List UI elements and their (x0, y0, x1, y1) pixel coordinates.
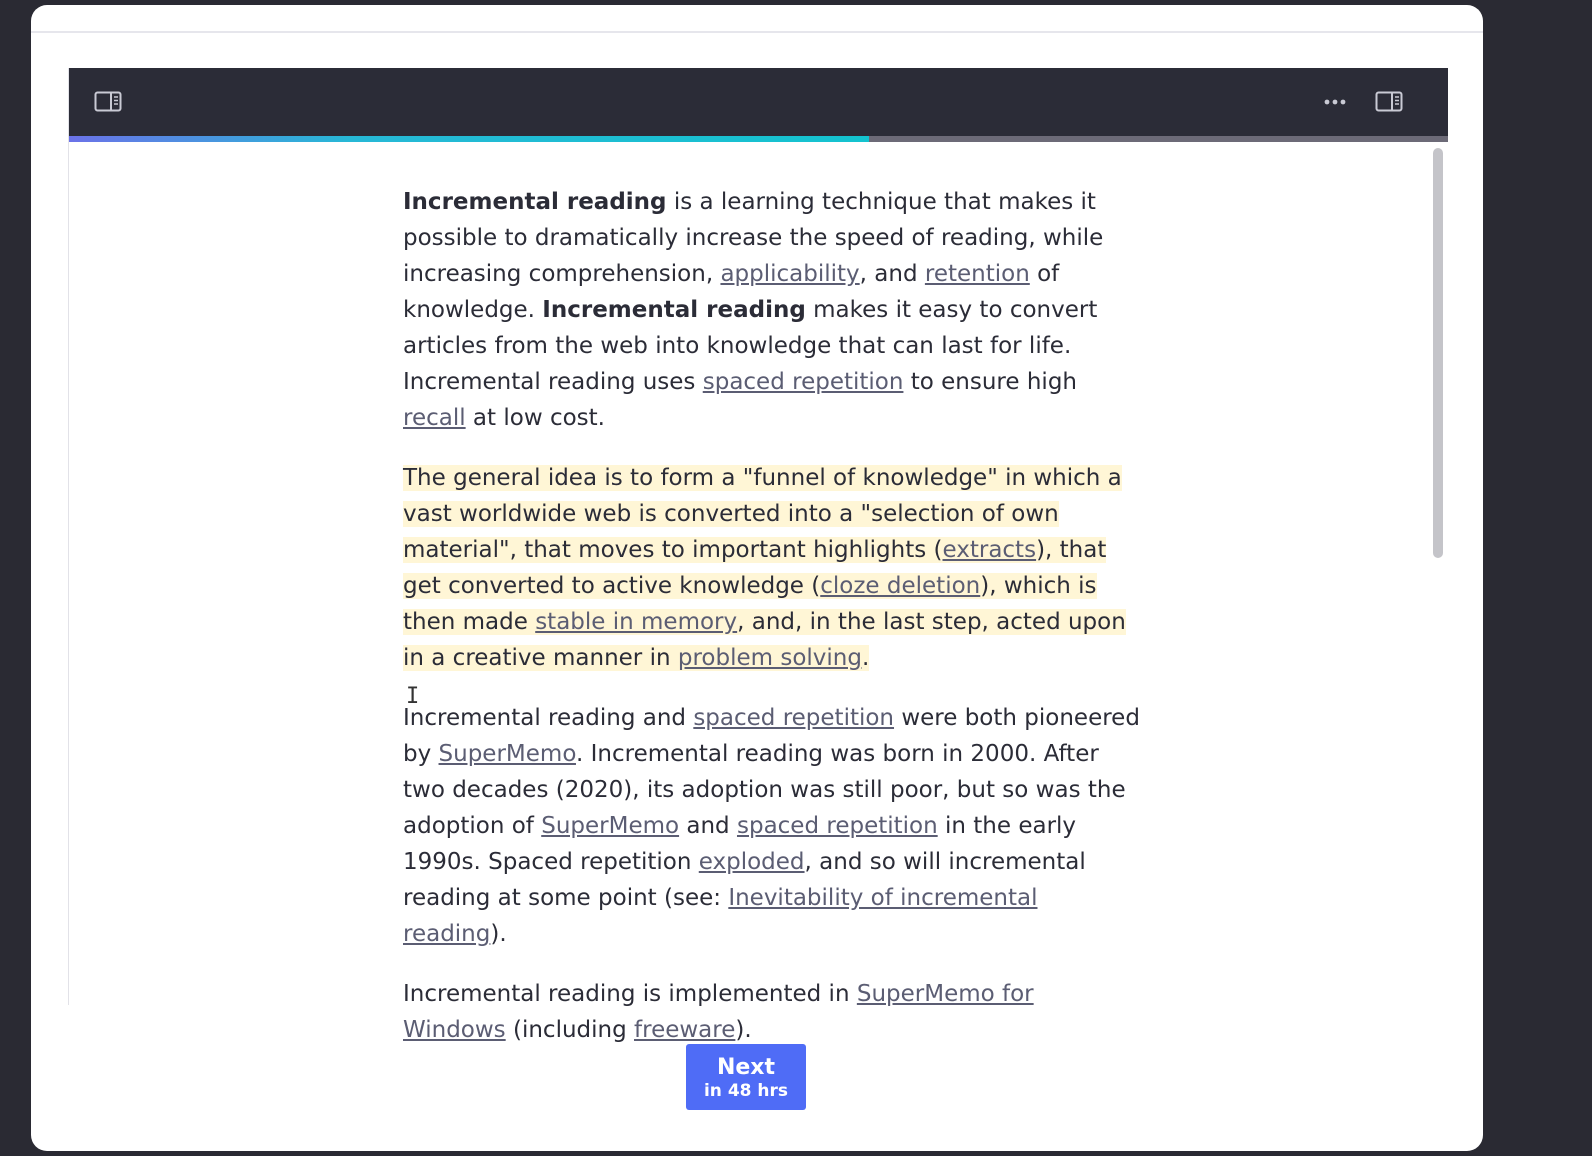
article-text: Incremental reading and (403, 705, 694, 731)
next-button-label: Next (716, 1055, 776, 1080)
highlighted-text[interactable]: The general idea is to form a "funnel of… (403, 465, 1126, 671)
article-link[interactable]: cloze deletion (820, 573, 980, 599)
review-card: Incremental reading is a learning techni… (31, 5, 1483, 1151)
article-text: Incremental reading is implemented in (403, 981, 857, 1007)
article-link[interactable]: problem solving (678, 645, 862, 671)
article-content: Incremental reading is a learning techni… (403, 184, 1143, 1072)
scrollbar[interactable] (1428, 142, 1448, 1005)
article-link[interactable]: recall (403, 405, 466, 431)
article-paragraph: Incremental reading and spaced repetitio… (403, 700, 1143, 952)
bold-term: Incremental reading (542, 297, 806, 323)
article-link[interactable]: freeware (634, 1017, 735, 1043)
article-text: at low cost. (465, 405, 605, 431)
article-link[interactable]: retention (925, 261, 1030, 287)
article-text: ). (735, 1017, 752, 1043)
article-text: (including (505, 1017, 635, 1043)
article-link[interactable]: spaced repetition (737, 813, 938, 839)
article-link[interactable]: SuperMemo (541, 813, 679, 839)
article-text: , and (859, 261, 925, 287)
next-button[interactable]: Next in 48 hrs (686, 1044, 806, 1110)
article-text: and (679, 813, 737, 839)
article-text: ). (490, 921, 507, 947)
sidebar-left-icon[interactable] (94, 90, 122, 114)
more-horizontal-icon[interactable] (1321, 90, 1349, 114)
article-link[interactable]: exploded (699, 849, 805, 875)
article-link[interactable]: stable in memory (535, 609, 737, 635)
article-link[interactable]: extracts (942, 537, 1036, 563)
article-link[interactable]: applicability (720, 261, 859, 287)
article-link[interactable]: spaced repetition (693, 705, 894, 731)
scrollbar-thumb[interactable] (1433, 148, 1443, 558)
bold-term: Incremental reading (403, 189, 667, 215)
article-text: to ensure high (903, 369, 1077, 395)
sidebar-right-icon[interactable] (1375, 90, 1403, 114)
article-link[interactable]: spaced repetition (703, 369, 904, 395)
article-paragraph: Incremental reading is a learning techni… (403, 184, 1143, 436)
article-paragraph: Incremental reading is implemented in Su… (403, 976, 1143, 1048)
reading-progress-bar (69, 136, 1448, 142)
article-paragraph: The general idea is to form a "funnel of… (403, 460, 1143, 676)
next-button-sublabel: in 48 hrs (703, 1081, 789, 1101)
card-divider (31, 31, 1483, 33)
reader-pane: Incremental reading is a learning techni… (68, 68, 1448, 1043)
reading-progress-fill (69, 136, 869, 142)
article-link[interactable]: SuperMemo (439, 741, 576, 767)
text-cursor-icon: I (406, 684, 420, 709)
article-text: . (861, 645, 870, 671)
reader-toolbar (69, 68, 1448, 136)
